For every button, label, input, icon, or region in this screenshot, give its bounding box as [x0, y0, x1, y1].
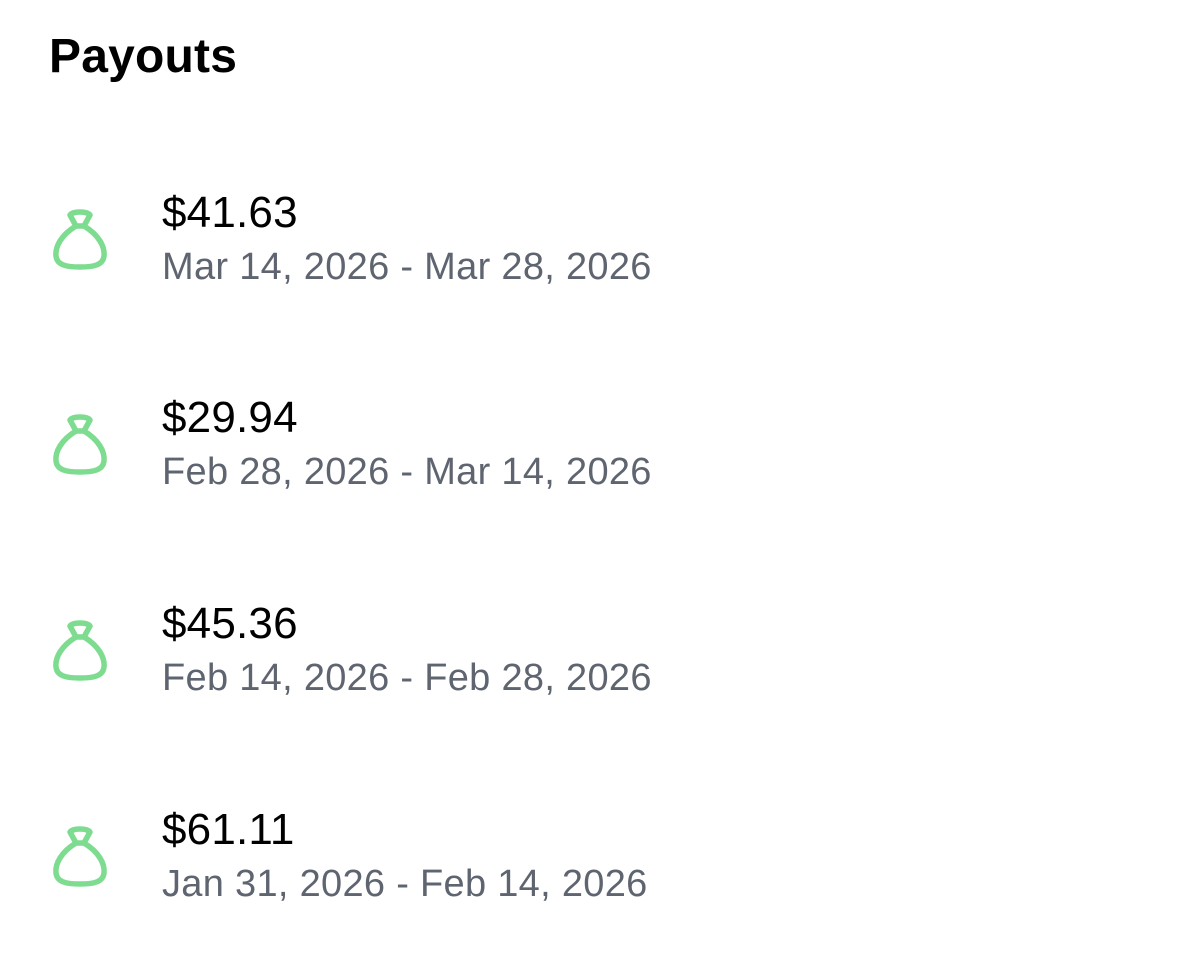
payout-amount: $61.11: [162, 805, 295, 854]
payout-period: Mar 14, 2026 - Mar 28, 2026: [162, 246, 652, 288]
money-bag-icon: [49, 616, 111, 682]
payout-period: Jan 31, 2026 - Feb 14, 2026: [162, 863, 648, 905]
payout-item[interactable]: $45.36 Feb 14, 2026 - Feb 28, 2026: [0, 591, 1200, 741]
payout-amount: $41.63: [162, 188, 298, 237]
payout-amount: $29.94: [162, 393, 298, 442]
payout-period: Feb 14, 2026 - Feb 28, 2026: [162, 657, 652, 699]
money-bag-icon: [49, 822, 111, 888]
payout-item[interactable]: $29.94 Feb 28, 2026 - Mar 14, 2026: [0, 385, 1200, 535]
payout-list: $41.63 Mar 14, 2026 - Mar 28, 2026 $29.9…: [0, 0, 1200, 960]
payout-item[interactable]: $41.63 Mar 14, 2026 - Mar 28, 2026: [0, 180, 1200, 330]
money-bag-icon: [49, 205, 111, 271]
payout-amount: $45.36: [162, 599, 298, 648]
payouts-page: Payouts $41.63 Mar 14, 2026 - Mar 28, 20…: [0, 0, 1200, 960]
payout-item[interactable]: $61.11 Jan 31, 2026 - Feb 14, 2026: [0, 797, 1200, 947]
payout-period: Feb 28, 2026 - Mar 14, 2026: [162, 451, 652, 493]
money-bag-icon: [49, 410, 111, 476]
